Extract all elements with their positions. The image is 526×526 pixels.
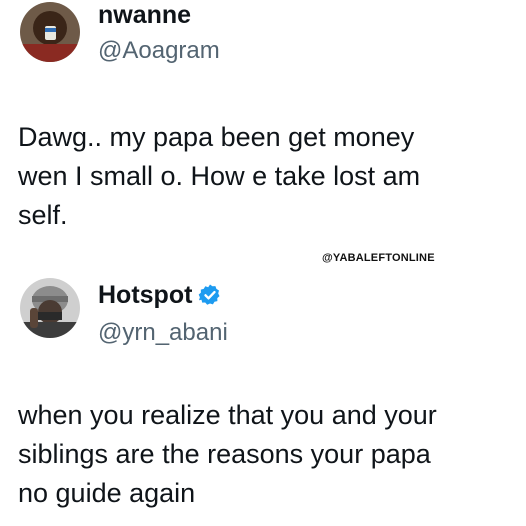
verified-badge-icon [199,284,220,305]
user-avatar[interactable] [20,2,80,62]
watermark: @YABALEFTONLINE [322,252,435,264]
tweet-text: when you realize that you and your sibli… [18,400,437,508]
avatar-man-hoodie-mask-icon [20,278,80,338]
user-handle[interactable]: @Aoagram [98,36,220,66]
tweet-text: Dawg.. my papa been get money wen I smal… [18,122,421,230]
display-name[interactable]: nwanne [98,0,191,30]
display-name[interactable]: Hotspot [98,280,222,310]
user-avatar[interactable] [20,278,80,338]
user-handle[interactable]: @yrn_abani [98,318,228,348]
avatar-man-drinking-icon [20,2,80,62]
